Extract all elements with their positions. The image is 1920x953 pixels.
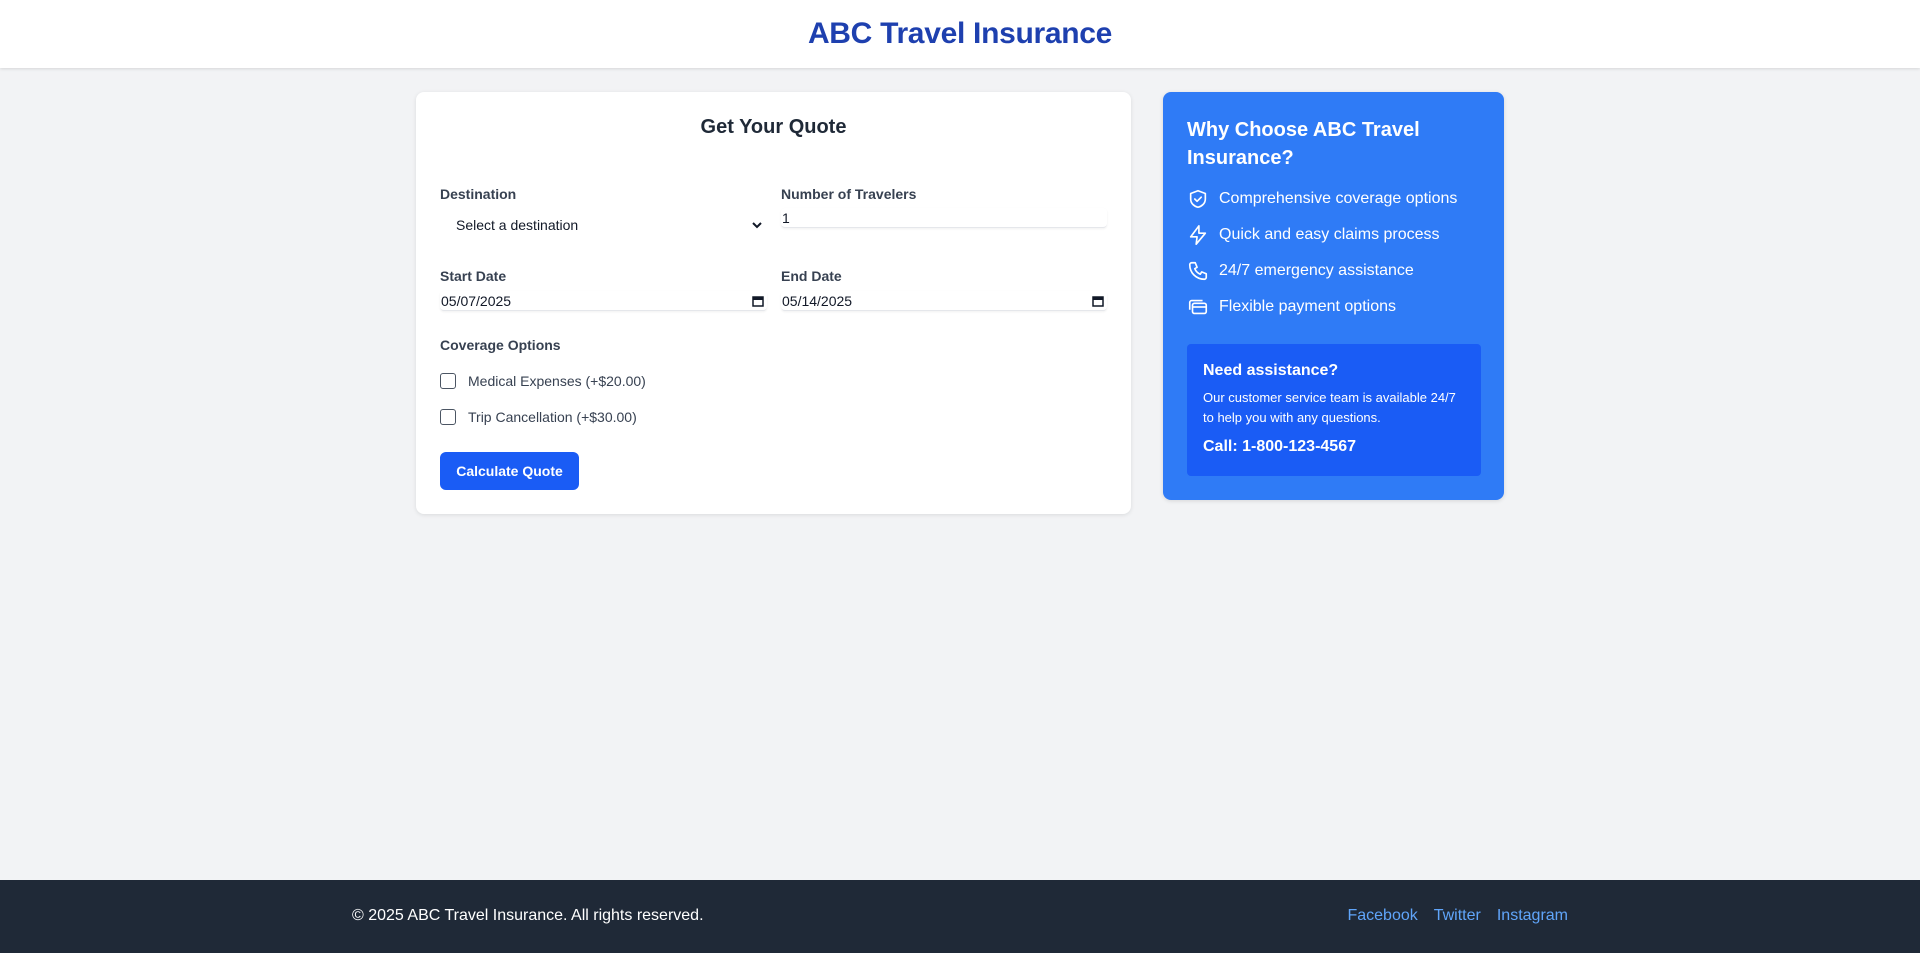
destination-select[interactable]: Select a destination [440,212,767,238]
lightning-icon [1189,225,1207,245]
feature-label: Quick and easy claims process [1219,226,1440,243]
why-choose-panel: Why Choose ABC Travel Insurance? Compreh… [1163,92,1504,500]
destination-label: Destination [440,186,517,202]
copyright-text: © 2025 ABC Travel Insurance. All rights … [352,907,704,924]
medical-checkbox[interactable] [440,373,456,389]
start-date-input[interactable]: 05/07/2025 [440,291,767,311]
phone-icon [1188,261,1208,281]
travelers-input[interactable]: 1 [781,208,1107,228]
site-header: ABC Travel Insurance [0,0,1920,68]
end-date-input[interactable]: 05/14/2025 [781,291,1107,311]
feature-item: Comprehensive coverage options [1187,188,1457,210]
cancellation-option-label: Trip Cancellation (+$30.00) [468,409,637,425]
footer-link-twitter[interactable]: Twitter [1434,907,1481,925]
feature-label: Comprehensive coverage options [1219,190,1458,207]
calculate-quote-button[interactable]: Calculate Quote [440,452,579,490]
end-date-label: End Date [781,268,842,284]
chevron-down-icon [752,222,762,229]
assistance-phone: Call: 1-800-123-4567 [1203,438,1356,455]
feature-item: Quick and easy claims process [1187,224,1440,246]
calendar-icon[interactable] [1092,295,1104,307]
coverage-option-cancellation[interactable]: Trip Cancellation (+$30.00) [440,409,637,425]
coverage-option-medical[interactable]: Medical Expenses (+$20.00) [440,373,646,389]
credit-card-icon [1188,299,1208,315]
feature-item: 24/7 emergency assistance [1187,260,1414,282]
feature-label: 24/7 emergency assistance [1219,262,1414,279]
coverage-options-label: Coverage Options [440,337,561,353]
feature-item: Flexible payment options [1187,296,1396,318]
feature-label: Flexible payment options [1219,298,1396,315]
assistance-text: Our customer service team is available 2… [1203,390,1456,425]
destination-selected-value: Select a destination [456,217,579,233]
quote-form-title: Get Your Quote [700,116,847,138]
travelers-value: 1 [782,209,790,226]
assistance-title: Need assistance? [1203,362,1339,379]
medical-option-label: Medical Expenses (+$20.00) [468,373,646,389]
site-footer: © 2025 ABC Travel Insurance. All rights … [0,880,1920,953]
footer-links: Facebook Twitter Instagram [1347,907,1568,925]
quote-form-card: Get Your Quote Destination Select a dest… [416,92,1131,514]
why-choose-title: Why Choose ABC Travel Insurance? [1187,119,1420,169]
footer-link-facebook[interactable]: Facebook [1347,907,1417,925]
start-date-value: 05/07/2025 [441,292,512,309]
site-title: ABC Travel Insurance [807,17,1113,50]
assistance-box: Need assistance? Our customer service te… [1187,344,1481,476]
cancellation-checkbox[interactable] [440,409,456,425]
end-date-value: 05/14/2025 [782,292,853,309]
footer-link-instagram[interactable]: Instagram [1497,907,1568,925]
travelers-label: Number of Travelers [781,186,917,202]
calendar-icon[interactable] [752,295,764,307]
shield-check-icon [1189,189,1207,209]
start-date-label: Start Date [440,268,507,284]
